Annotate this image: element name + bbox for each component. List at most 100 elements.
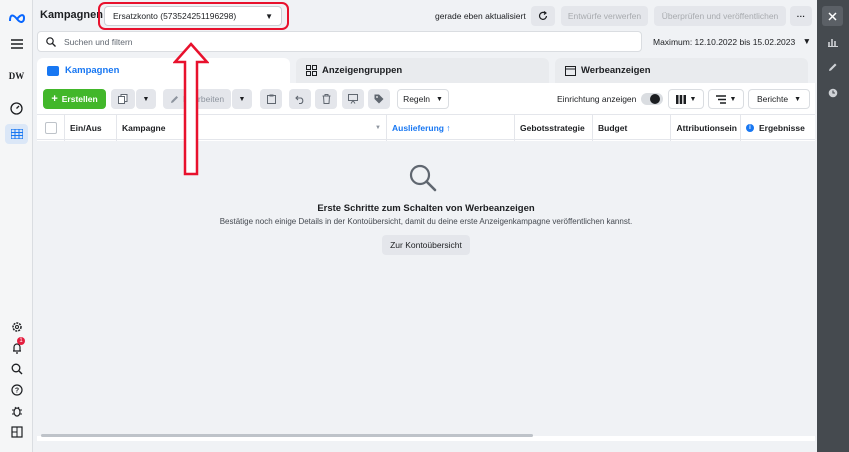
column-budget[interactable]: Budget xyxy=(593,115,671,141)
chevron-down-icon: ▼ xyxy=(265,12,273,21)
campaign-panel: + Erstellen ▼ Bearbeiten ▼ Regeln ▼ Einr… xyxy=(37,83,815,441)
select-all-checkbox-cell[interactable] xyxy=(37,115,65,141)
close-icon xyxy=(828,11,837,21)
duplicate-dropdown[interactable]: ▼ xyxy=(136,89,156,109)
more-options-button[interactable]: ··· xyxy=(790,6,812,26)
column-label: Ergebnisse xyxy=(759,123,805,133)
setup-label: Einrichtung anzeigen xyxy=(557,94,637,104)
magnifier-icon xyxy=(409,164,437,192)
reports-label: Berichte xyxy=(756,94,789,104)
close-panel-button[interactable] xyxy=(822,6,843,26)
notification-badge: 1 xyxy=(17,337,25,345)
breakdown-button[interactable]: ▼ xyxy=(708,89,744,109)
empty-state: Erste Schritte zum Schalten von Werbeanz… xyxy=(37,141,815,436)
tab-label: Kampagnen xyxy=(65,65,120,76)
create-label: Erstellen xyxy=(61,94,98,104)
dashboard-icon[interactable] xyxy=(0,98,33,118)
help-icon[interactable]: ? xyxy=(0,380,33,400)
search-placeholder: Suchen und filtern xyxy=(64,37,133,47)
account-avatar[interactable]: DW xyxy=(0,66,33,86)
undo-button[interactable] xyxy=(289,89,311,109)
chevron-down-icon: ▼ xyxy=(238,95,246,103)
duplicate-icon xyxy=(118,94,128,104)
ads-manager-table-icon[interactable] xyxy=(5,124,28,144)
account-name: Ersatzkonto (573524251196298) xyxy=(113,11,237,21)
pencil-icon xyxy=(829,63,837,71)
ab-test-icon xyxy=(348,94,358,104)
last-updated-text: gerade eben aktualisiert xyxy=(435,11,526,21)
plus-icon: + xyxy=(51,93,58,105)
select-all-checkbox[interactable] xyxy=(44,122,57,134)
left-navigation: DW 1 ? xyxy=(0,0,33,452)
tab-label: Anzeigengruppen xyxy=(322,65,403,76)
edit-button[interactable]: Bearbeiten xyxy=(163,89,231,109)
columns-icon xyxy=(675,94,686,104)
info-icon: i xyxy=(746,124,754,132)
search-filter-input[interactable]: Suchen und filtern xyxy=(37,31,642,52)
edit-dropdown[interactable]: ▼ xyxy=(232,89,252,109)
right-side-panel xyxy=(817,0,849,452)
chevron-down-icon: ▼ xyxy=(802,36,811,46)
refresh-button[interactable] xyxy=(531,6,555,26)
table-header: Ein/Aus Kampagne ▼ Auslieferung ↑ Gebots… xyxy=(37,114,815,141)
column-delivery[interactable]: Auslieferung ↑ xyxy=(387,115,515,141)
clipboard-button[interactable] xyxy=(260,89,282,109)
sort-icon: ▼ xyxy=(375,125,381,131)
trash-icon xyxy=(322,94,330,104)
clock-icon xyxy=(828,88,838,98)
tag-button[interactable] xyxy=(368,89,390,109)
chart-panel-button[interactable] xyxy=(817,32,849,52)
chevron-down-icon: ▼ xyxy=(729,95,737,103)
tag-icon xyxy=(374,94,384,104)
account-dropdown[interactable]: Ersatzkonto (573524251196298) ▼ xyxy=(104,6,282,26)
review-publish-button[interactable]: Überprüfen und veröffentlichen xyxy=(654,6,786,26)
scrollbar-thumb[interactable] xyxy=(41,434,533,437)
chevron-down-icon: ▼ xyxy=(142,95,150,103)
columns-button[interactable]: ▼ xyxy=(668,89,704,109)
toggle-knob xyxy=(650,94,660,104)
menu-icon[interactable] xyxy=(0,34,33,54)
top-bar: Kampagnen Ersatzkonto (573524251196298) … xyxy=(33,0,817,32)
search-icon xyxy=(46,37,56,47)
ab-test-button[interactable] xyxy=(342,89,364,109)
campaign-icon xyxy=(47,65,59,76)
column-label: Kampagne xyxy=(122,123,166,133)
reports-button[interactable]: Berichte ▼ xyxy=(748,89,810,109)
empty-state-subtitle: Bestätige noch einige Details in der Kon… xyxy=(219,217,633,226)
panel-toggle-icon[interactable] xyxy=(0,422,33,442)
edit-panel-button[interactable] xyxy=(817,57,849,77)
discard-drafts-button[interactable]: Entwürfe verwerfen xyxy=(561,6,648,26)
settings-icon[interactable] xyxy=(0,317,33,337)
level-tabs: Kampagnen Anzeigengruppen Werbeanzeigen xyxy=(37,58,815,83)
horizontal-scrollbar[interactable] xyxy=(37,432,815,438)
account-overview-button[interactable]: Zur Kontoübersicht xyxy=(382,235,470,255)
search-icon[interactable] xyxy=(0,359,33,379)
tab-ads[interactable]: Werbeanzeigen xyxy=(555,58,808,83)
column-on-off[interactable]: Ein/Aus xyxy=(65,115,117,141)
history-panel-button[interactable] xyxy=(817,83,849,103)
notifications-icon[interactable]: 1 xyxy=(0,337,33,358)
delete-button[interactable] xyxy=(315,89,337,109)
column-attribution[interactable]: Attributionsein xyxy=(671,115,741,141)
rules-button[interactable]: Regeln ▼ xyxy=(397,89,449,109)
chevron-down-icon: ▼ xyxy=(436,95,443,103)
rules-label: Regeln xyxy=(403,94,430,104)
create-button[interactable]: + Erstellen xyxy=(43,89,106,109)
chevron-down-icon: ▼ xyxy=(689,95,697,103)
tab-ad-sets[interactable]: Anzeigengruppen xyxy=(296,58,549,83)
tab-campaigns[interactable]: Kampagnen xyxy=(37,58,290,83)
date-range-label: Maximum: 12.10.2022 bis 15.02.2023 xyxy=(653,37,796,47)
date-range-picker[interactable]: Maximum: 12.10.2022 bis 15.02.2023 ▼ xyxy=(647,31,815,52)
bar-chart-icon xyxy=(828,39,838,47)
bug-report-icon[interactable] xyxy=(0,401,33,421)
setup-toggle[interactable] xyxy=(641,93,663,105)
clipboard-icon xyxy=(266,94,276,104)
column-results[interactable]: i Ergebnisse xyxy=(741,115,815,141)
chevron-down-icon: ▼ xyxy=(794,95,802,103)
column-bid-strategy[interactable]: Gebotsstrategie xyxy=(515,115,593,141)
undo-icon xyxy=(295,95,304,104)
column-campaign[interactable]: Kampagne ▼ xyxy=(117,115,387,141)
empty-state-title: Erste Schritte zum Schalten von Werbeanz… xyxy=(317,203,535,214)
duplicate-button[interactable] xyxy=(111,89,135,109)
meta-logo-icon[interactable] xyxy=(0,8,33,28)
